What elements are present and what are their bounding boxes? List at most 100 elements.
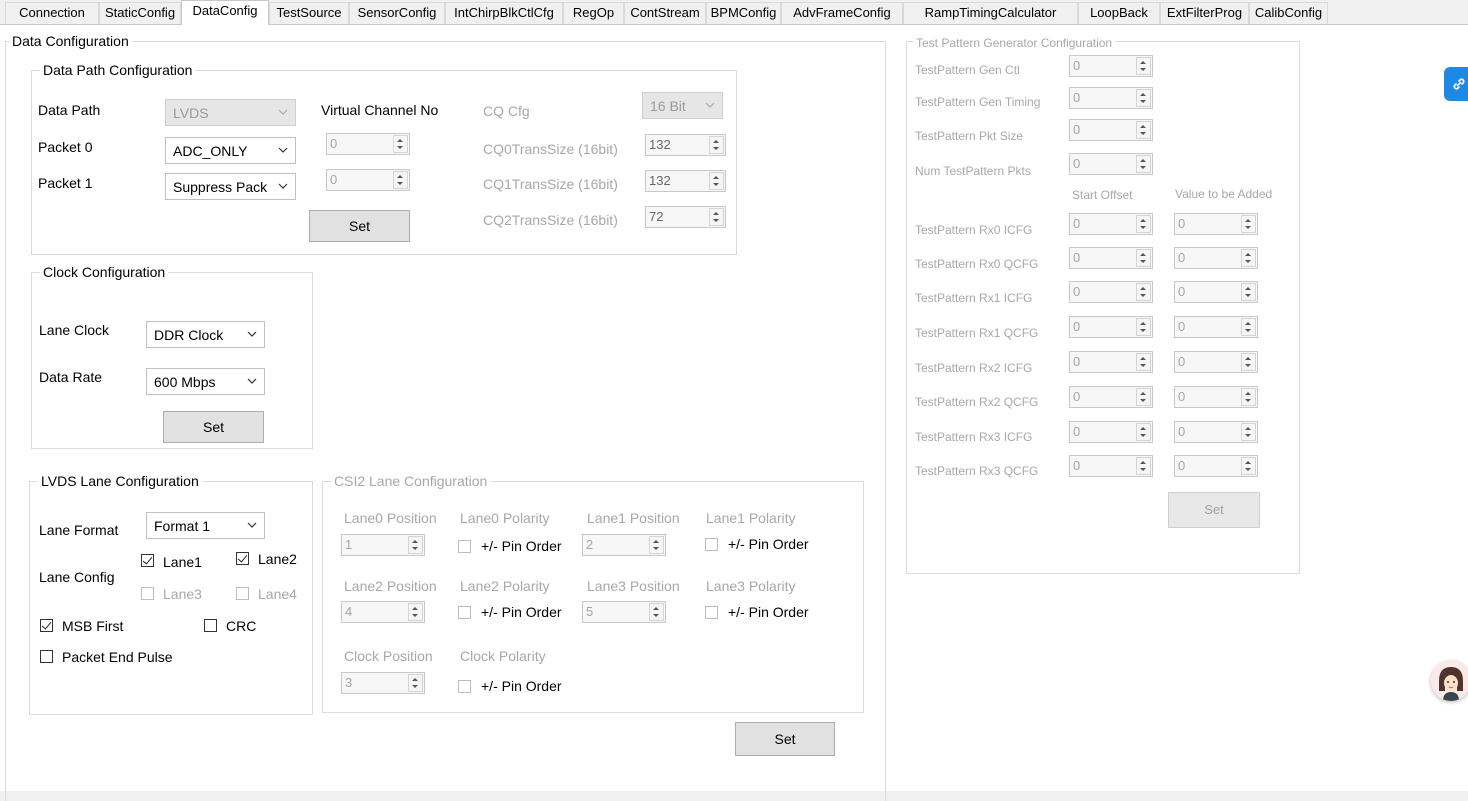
data-rate-select[interactable]: 600 Mbps	[146, 368, 265, 395]
spinner-arrows-icon[interactable]	[1136, 89, 1151, 107]
spinner-arrows-icon[interactable]	[408, 674, 423, 692]
spinner-arrows-icon[interactable]	[1136, 215, 1151, 233]
rx0-qcfg-offset-input[interactable]: 0	[1069, 247, 1153, 269]
spinner-arrows-icon[interactable]	[1241, 353, 1256, 371]
spinner-arrows-icon[interactable]	[1241, 215, 1256, 233]
spinner-arrows-icon[interactable]	[649, 536, 664, 554]
spinner-arrows-icon[interactable]	[408, 536, 423, 554]
lane1-checkbox[interactable]	[141, 554, 154, 567]
spinner-arrows-icon[interactable]	[709, 172, 724, 190]
spinner-arrows-icon[interactable]	[1241, 283, 1256, 301]
lane0-pin-order-checkbox[interactable]	[458, 540, 471, 553]
spinner-arrows-icon[interactable]	[1136, 423, 1151, 441]
tab-bpmconfig[interactable]: BPMConfig	[706, 2, 781, 24]
spinner-arrows-icon[interactable]	[1241, 388, 1256, 406]
lane3-pin-order-checkbox[interactable]	[705, 606, 718, 619]
spinner-arrows-icon[interactable]	[393, 135, 408, 153]
rx2-icfg-added-input[interactable]: 0	[1174, 351, 1258, 373]
tab-connection[interactable]: Connection	[5, 2, 99, 24]
data-path-select[interactable]: LVDS	[165, 99, 296, 126]
packet1-select[interactable]: Suppress Pack	[165, 173, 296, 200]
tab-advframeconfig[interactable]: AdvFrameConfig	[781, 2, 903, 24]
spinner-arrows-icon[interactable]	[408, 603, 423, 621]
tab-intchirpblkctlcfg[interactable]: IntChirpBlkCtlCfg	[445, 2, 563, 24]
lane4-checkbox[interactable]	[236, 587, 249, 600]
rx2-icfg-offset-input[interactable]: 0	[1069, 351, 1153, 373]
lane2-checkbox[interactable]	[236, 552, 249, 565]
tab-extfilterprog[interactable]: ExtFilterProg	[1160, 2, 1249, 24]
spinner-arrows-icon[interactable]	[1136, 155, 1151, 173]
virtual-channel0-input[interactable]: 0	[326, 133, 410, 155]
spinner-arrows-icon[interactable]	[1136, 249, 1151, 267]
rx0-icfg-added-input[interactable]: 0	[1174, 213, 1258, 235]
virtual-channel1-input[interactable]: 0	[326, 169, 410, 191]
rx1-qcfg-offset-input[interactable]: 0	[1069, 316, 1153, 338]
spinner-arrows-icon[interactable]	[1136, 57, 1151, 75]
lane1-pin-order-checkbox[interactable]	[705, 538, 718, 551]
packet0-select[interactable]: ADC_ONLY	[165, 137, 296, 164]
spinner-arrows-icon[interactable]	[1241, 249, 1256, 267]
clock-pin-order-checkbox[interactable]	[458, 680, 471, 693]
spinner-arrows-icon[interactable]	[1241, 423, 1256, 441]
rx2-qcfg-added-input[interactable]: 0	[1174, 386, 1258, 408]
tab-staticconfig[interactable]: StaticConfig	[99, 2, 181, 24]
spinner-arrows-icon[interactable]	[1136, 353, 1151, 371]
rx3-qcfg-offset-input[interactable]: 0	[1069, 455, 1153, 477]
spinner-arrows-icon[interactable]	[1241, 457, 1256, 475]
link-button[interactable]	[1444, 67, 1468, 101]
rx1-icfg-offset-input[interactable]: 0	[1069, 281, 1153, 303]
tab-contstream[interactable]: ContStream	[624, 2, 706, 24]
spinner-arrows-icon[interactable]	[393, 171, 408, 189]
tab-loopback[interactable]: LoopBack	[1078, 2, 1160, 24]
rx3-icfg-offset-input[interactable]: 0	[1069, 421, 1153, 443]
rx3-qcfg-added-input[interactable]: 0	[1174, 455, 1258, 477]
spinner-arrows-icon[interactable]	[1136, 457, 1151, 475]
tab-regop[interactable]: RegOp	[563, 2, 624, 24]
gen-timing-input[interactable]: 0	[1069, 87, 1153, 109]
crc-checkbox[interactable]	[204, 619, 217, 632]
rx2-qcfg-offset-input[interactable]: 0	[1069, 386, 1153, 408]
lane3-position-input[interactable]: 5	[582, 601, 666, 623]
cq-cfg-select[interactable]: 16 Bit	[642, 92, 723, 119]
lane2-pin-order-checkbox[interactable]	[458, 606, 471, 619]
data-path-set-button[interactable]: Set	[309, 210, 410, 242]
lane-config-set-button[interactable]: Set	[735, 722, 835, 756]
spinner-arrows-icon[interactable]	[649, 603, 664, 621]
lane-clock-select[interactable]: DDR Clock	[146, 321, 265, 348]
tab-testsource[interactable]: TestSource	[269, 2, 349, 24]
rx3-icfg-added-input[interactable]: 0	[1174, 421, 1258, 443]
spinner-arrows-icon[interactable]	[1136, 283, 1151, 301]
tab-calibconfig[interactable]: CalibConfig	[1249, 2, 1328, 24]
cq2-trans-size-input[interactable]: 72	[645, 206, 726, 228]
lane3-checkbox[interactable]	[141, 587, 154, 600]
rx0-qcfg-added-input[interactable]: 0	[1174, 247, 1258, 269]
assistant-avatar-button[interactable]	[1431, 661, 1468, 701]
num-pkts-input[interactable]: 0	[1069, 153, 1153, 175]
msb-first-checkbox[interactable]	[40, 619, 53, 632]
spinner-arrows-icon[interactable]	[709, 136, 724, 154]
packet-end-pulse-checkbox[interactable]	[40, 650, 53, 663]
spinner-arrows-icon[interactable]	[709, 208, 724, 226]
tab-ramptimingcalculator[interactable]: RampTimingCalculator	[903, 2, 1078, 24]
clock-position-input[interactable]: 3	[341, 672, 425, 694]
cq1-trans-size-input[interactable]: 132	[645, 170, 726, 192]
spinner-arrows-icon[interactable]	[1136, 318, 1151, 336]
spinner-arrows-icon[interactable]	[1241, 318, 1256, 336]
tab-dataconfig[interactable]: DataConfig	[181, 0, 269, 25]
cq0-trans-size-input[interactable]: 132	[645, 134, 726, 156]
lane0-position-input[interactable]: 1	[341, 534, 425, 556]
test-pattern-set-button[interactable]: Set	[1168, 492, 1260, 528]
tab-sensorconfig[interactable]: SensorConfig	[349, 2, 445, 24]
spinner-arrows-icon[interactable]	[1136, 388, 1151, 406]
pkt-size-input[interactable]: 0	[1069, 119, 1153, 141]
lane2-position-input[interactable]: 4	[341, 601, 425, 623]
lane-format-select[interactable]: Format 1	[146, 512, 265, 539]
test-pattern-title: Test Pattern Generator Configuration	[913, 34, 1116, 52]
spinner-arrows-icon[interactable]	[1136, 121, 1151, 139]
rx0-icfg-offset-input[interactable]: 0	[1069, 213, 1153, 235]
clock-set-button[interactable]: Set	[163, 411, 264, 443]
lane1-position-input[interactable]: 2	[582, 534, 666, 556]
gen-ctl-input[interactable]: 0	[1069, 55, 1153, 77]
rx1-qcfg-added-input[interactable]: 0	[1174, 316, 1258, 338]
rx1-icfg-added-input[interactable]: 0	[1174, 281, 1258, 303]
